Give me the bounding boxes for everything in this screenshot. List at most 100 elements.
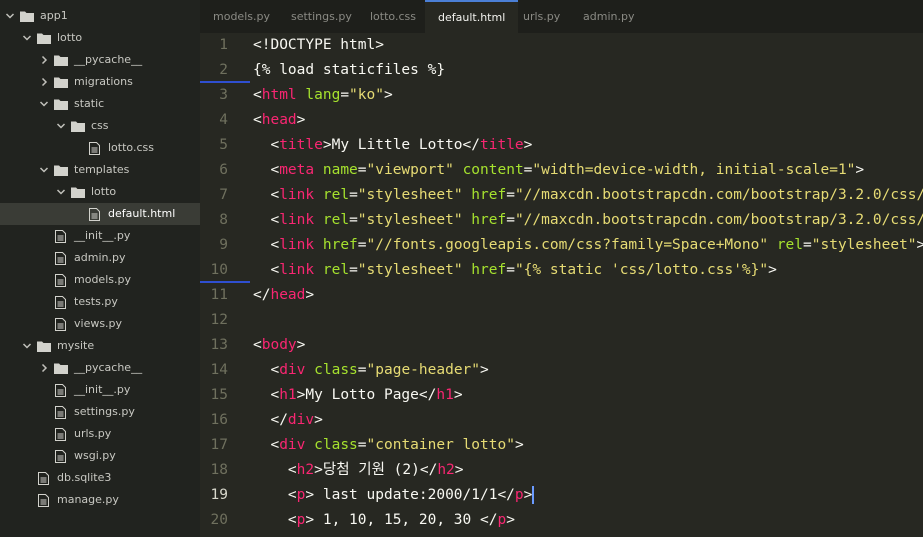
code-text: = <box>803 237 812 253</box>
code-text: > <box>454 462 464 478</box>
line-number: 7 <box>219 187 228 203</box>
code-line[interactable]: 17 <div class="container lotto"> <box>200 433 923 458</box>
tree-item-init-py[interactable]: __init__.py <box>0 379 200 401</box>
chevron-down-icon[interactable] <box>39 159 49 181</box>
code-tag-name: h1 <box>436 387 454 403</box>
code-line[interactable]: 5 <title>My Little Lotto</title> <box>200 133 923 158</box>
tree-item-static[interactable]: static <box>0 93 200 115</box>
code-line[interactable]: 12 <box>200 308 923 333</box>
code-content: <link rel="stylesheet" href="//maxcdn.bo… <box>253 183 923 208</box>
tree-item-tests-py[interactable]: tests.py <box>0 291 200 313</box>
code-editor[interactable]: 1 <!DOCTYPE html> 2 {% load staticfiles %} 3… <box>200 33 923 537</box>
tree-item-label: mysite <box>57 339 95 352</box>
code-string: "page-header" <box>366 362 481 378</box>
tree-item-settings-py[interactable]: settings.py <box>0 401 200 423</box>
code-tag-name: meta <box>279 162 315 178</box>
tree-item-db-sqlite3[interactable]: db.sqlite3 <box>0 467 200 489</box>
tree-item-init-py[interactable]: __init__.py <box>0 225 200 247</box>
code-string: "container lotto" <box>366 437 515 453</box>
chevron-right-icon[interactable] <box>39 71 49 93</box>
code-content: </head> <box>253 283 314 308</box>
chevron-right-icon[interactable] <box>39 357 49 379</box>
chevron-down-icon[interactable] <box>56 115 66 137</box>
line-number: 20 <box>210 512 228 528</box>
code-tag-name: h2 <box>296 462 315 478</box>
tab-lotto-css[interactable]: lotto.css <box>357 0 429 33</box>
code-text: = <box>357 162 367 178</box>
code-line[interactable]: 14 <div class="page-header"> <box>200 358 923 383</box>
line-number: 11 <box>210 287 228 303</box>
tree-item-urls-py[interactable]: urls.py <box>0 423 200 445</box>
code-line[interactable]: 4 <head> <box>200 108 923 133</box>
code-content: <body> <box>253 333 305 358</box>
code-attribute: content <box>462 162 524 178</box>
code-line[interactable]: 1 <!DOCTYPE html> <box>200 33 923 58</box>
code-line[interactable]: 20 <p> 1, 10, 15, 20, 30 </p> <box>200 508 923 533</box>
code-line[interactable]: 9 <link href="//fonts.googleapis.com/css… <box>200 233 923 258</box>
code-content: <html lang="ko"> <box>253 83 393 108</box>
tree-item-css[interactable]: css <box>0 115 200 137</box>
tree-item-pycache[interactable]: __pycache__ <box>0 357 200 379</box>
tree-item-lotto[interactable]: lotto <box>0 181 200 203</box>
line-number: 10 <box>210 262 228 278</box>
line-number: 13 <box>210 337 228 353</box>
code-line[interactable]: 18 <h2>당첨 기원 (2)</h2> <box>200 458 923 483</box>
code-line[interactable]: 2 {% load staticfiles %} <box>200 58 923 83</box>
code-text: <!DOCTYPE html> <box>253 37 384 53</box>
tab-admin-py[interactable]: admin.py <box>570 0 647 33</box>
tree-item-default-html[interactable]: default.html <box>0 203 200 225</box>
code-tag-name: div <box>279 362 306 378</box>
tab-default-html[interactable]: default.html <box>425 0 519 33</box>
code-line[interactable]: 13 <body> <box>200 333 923 358</box>
file-icon <box>55 379 66 401</box>
chevron-down-icon[interactable] <box>39 93 49 115</box>
tab-urls-py[interactable]: urls.py <box>510 0 573 33</box>
tree-item-label: __init__.py <box>74 229 131 242</box>
code-line[interactable]: 11 </head> <box>200 283 923 308</box>
code-line[interactable]: 7 <link rel="stylesheet" href="//maxcdn.… <box>200 183 923 208</box>
tree-item-manage-py[interactable]: manage.py <box>0 489 200 511</box>
tree-item-lotto[interactable]: lotto <box>0 27 200 49</box>
tree-item-views-py[interactable]: views.py <box>0 313 200 335</box>
code-line[interactable]: 3 <html lang="ko"> <box>200 83 923 108</box>
tree-item-pycache[interactable]: __pycache__ <box>0 49 200 71</box>
chevron-down-icon[interactable] <box>56 181 66 203</box>
code-text: < <box>253 387 280 403</box>
chevron-right-icon[interactable] <box>39 49 49 71</box>
tree-item-templates[interactable]: templates <box>0 159 200 181</box>
chevron-down-icon[interactable] <box>5 5 15 27</box>
code-line[interactable]: 15 <h1>My Lotto Page</h1> <box>200 383 923 408</box>
code-line[interactable]: 6 <meta name="viewport" content="width=d… <box>200 158 923 183</box>
code-text: < <box>253 487 297 503</box>
tree-item-wsgi-py[interactable]: wsgi.py <box>0 445 200 467</box>
code-text: < <box>253 337 262 353</box>
chevron-down-icon[interactable] <box>22 27 32 49</box>
folder-icon <box>54 93 68 115</box>
code-line[interactable]: 8 <link rel="stylesheet" href="//maxcdn.… <box>200 208 923 233</box>
tree-item-label: lotto <box>57 31 83 44</box>
file-icon <box>89 203 100 225</box>
code-content: <h2>당첨 기원 (2)</h2> <box>253 458 464 483</box>
code-line[interactable]: 10 <link rel="stylesheet" href="{% stati… <box>200 258 923 283</box>
code-line[interactable]: 16 </div> <box>200 408 923 433</box>
tab-models-py[interactable]: models.py <box>200 0 283 33</box>
chevron-down-icon[interactable] <box>22 335 32 357</box>
code-text: >My Lotto Page</ <box>296 387 437 403</box>
tree-item-migrations[interactable]: migrations <box>0 71 200 93</box>
code-text: > <box>383 87 393 103</box>
file-icon <box>55 291 66 313</box>
folder-icon <box>71 115 85 137</box>
tree-item-models-py[interactable]: models.py <box>0 269 200 291</box>
tree-item-mysite[interactable]: mysite <box>0 335 200 357</box>
code-text: > <box>855 162 865 178</box>
folder-icon <box>54 357 68 379</box>
code-string: "viewport" <box>366 162 454 178</box>
code-text: = <box>349 262 358 278</box>
code-line[interactable]: 19 <p> last update:2000/1/1</p> <box>200 483 923 508</box>
tree-item-lotto-css[interactable]: lotto.css <box>0 137 200 159</box>
tree-item-app1[interactable]: app1 <box>0 5 200 27</box>
tree-item-admin-py[interactable]: admin.py <box>0 247 200 269</box>
tab-settings-py[interactable]: settings.py <box>278 0 365 33</box>
